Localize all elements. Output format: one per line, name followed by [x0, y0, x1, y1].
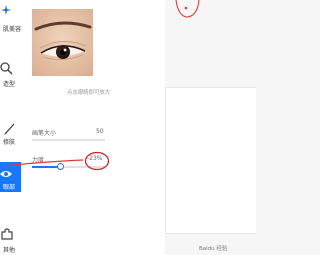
preview-canvas[interactable] — [165, 87, 256, 234]
watermark: Baidu 经验 — [199, 246, 228, 252]
top-annotation-dot — [184, 6, 188, 10]
sidebar-item-beauty[interactable]: 肌美容 — [0, 0, 21, 40]
eye-icon — [0, 171, 12, 177]
puzzle-icon — [1, 228, 13, 240]
strength-value: -23% — [87, 155, 103, 162]
top-annotation-circle — [175, 0, 200, 18]
brush-icon — [4, 123, 15, 135]
sidebar-item-label: 造型 — [3, 81, 16, 88]
sidebar: 肌美容 造型 修肤 眼部 其他 — [0, 0, 22, 255]
eye-settings-panel: 点击眼睛即可放大 画笔大小 50 力度 -23% — [21, 0, 165, 255]
sidebar-item-skin[interactable]: 修肤 — [0, 118, 21, 146]
preview-caption: 点击眼睛即可放大 — [67, 90, 111, 96]
eye-photo — [32, 9, 93, 76]
strength-slider-fill — [32, 166, 60, 168]
strength-label: 力度 — [32, 157, 45, 164]
eye-preview-image[interactable] — [32, 9, 93, 76]
sidebar-item-other[interactable]: 其他 — [0, 224, 21, 255]
brush-size-slider[interactable] — [32, 139, 105, 141]
sidebar-item-shape[interactable]: 造型 — [0, 58, 21, 92]
search-icon — [0, 62, 13, 75]
sidebar-item-label: 肌美容 — [3, 26, 22, 33]
strength-slider-handle[interactable] — [57, 163, 64, 170]
sparkle-icon — [1, 5, 11, 15]
sidebar-item-eyes[interactable]: 眼部 — [0, 162, 21, 192]
sidebar-item-label: 其他 — [3, 247, 16, 254]
brush-size-label: 画笔大小 — [32, 130, 57, 137]
brush-size-value: 50 — [96, 128, 104, 135]
sidebar-item-label: 眼部 — [3, 184, 16, 191]
sidebar-item-label: 修肤 — [3, 139, 16, 146]
